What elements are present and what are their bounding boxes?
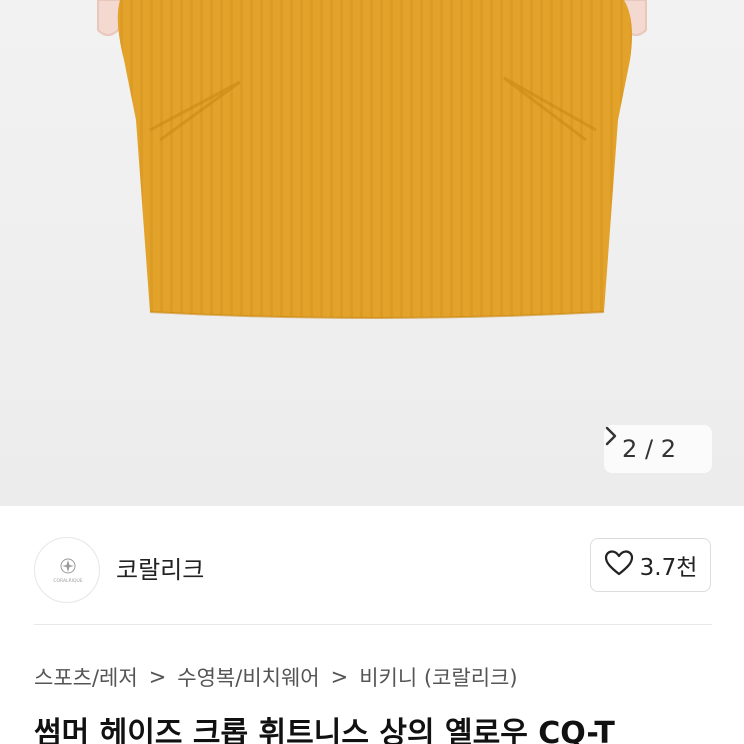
product-image-carousel[interactable]: 2 / 2 [0, 0, 744, 506]
seller-name[interactable]: 코랄리크 [116, 550, 204, 585]
seller-logo-text: CORALRIQUE [53, 578, 83, 584]
breadcrumb-item-subcategory[interactable]: 수영복/비치웨어 [177, 662, 319, 692]
breadcrumb-item-category[interactable]: 스포츠/레저 [34, 662, 138, 692]
seller-avatar[interactable]: CORALRIQUE [34, 537, 100, 603]
like-button[interactable]: 3.7천 [590, 538, 711, 592]
breadcrumb-separator: > [330, 665, 349, 689]
pager-label: 2 / 2 [622, 435, 676, 463]
product-title: 썸머 헤이즈 크롭 휘트니스 상의 옐로우 CQ-T [34, 716, 615, 744]
divider [34, 624, 712, 625]
pager-current: 2 [622, 435, 638, 463]
image-pager[interactable]: 2 / 2 [604, 425, 712, 473]
breadcrumb-item-leaf[interactable]: 비키니 (코랄리크) [359, 662, 517, 692]
heart-outline-icon [604, 549, 634, 581]
breadcrumb-separator: > [148, 665, 167, 689]
seller-logo: CORALRIQUE [53, 558, 83, 584]
breadcrumb: 스포츠/레저 > 수영복/비치웨어 > 비키니 (코랄리크) [34, 662, 518, 692]
like-count: 3.7천 [639, 555, 698, 581]
pager-separator: / [644, 435, 654, 463]
seller-row: CORALRIQUE 코랄리크 3.7천 [0, 506, 744, 625]
pager-total: 2 [660, 435, 676, 463]
